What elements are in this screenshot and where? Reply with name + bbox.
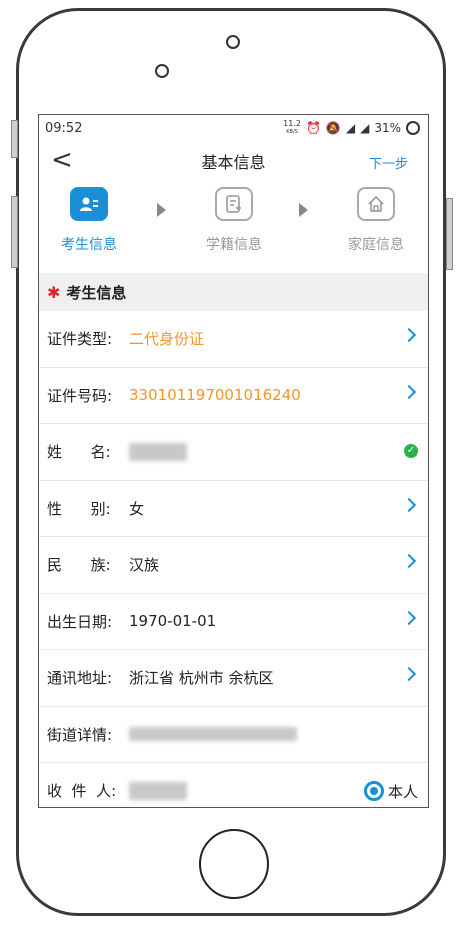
- chevron-right-icon: [401, 666, 417, 682]
- field-label: 性 别:: [47, 499, 111, 518]
- field-label: 收 件 人:: [47, 782, 117, 801]
- chevron-right-icon: [401, 497, 417, 512]
- cert-number-value: 330101197001016240: [129, 386, 301, 405]
- recipient-value-redacted: [129, 781, 187, 800]
- person-card-icon: [70, 187, 108, 221]
- row-cert-type[interactable]: 证件类型: 二代身份证: [39, 311, 428, 368]
- row-cert-number[interactable]: 证件号码: 330101197001016240: [39, 368, 428, 424]
- field-label: 证件类型:: [47, 330, 113, 349]
- net-speed: 11.2 KB/S: [283, 120, 301, 136]
- side-button-volume: [11, 196, 18, 268]
- back-button[interactable]: <: [51, 145, 73, 175]
- front-camera: [226, 35, 240, 49]
- step-arrow-icon: [299, 203, 308, 217]
- field-label: 民 族:: [47, 556, 111, 575]
- birth-date-value: 1970-01-01: [129, 612, 217, 631]
- row-recipient[interactable]: 收 件 人: 本人: [39, 763, 428, 807]
- row-address[interactable]: 通讯地址: 浙江省 杭州市 余杭区: [39, 650, 428, 707]
- status-time: 09:52: [45, 120, 83, 136]
- step-student-info[interactable]: 考生信息: [39, 187, 139, 254]
- screen: 09:52 11.2 KB/S ⏰ 🔕 ◢ ◢ 31% < 基本信息 下一步 考…: [38, 114, 429, 808]
- net-speed-unit: KB/S: [286, 129, 298, 135]
- cert-type-value: 二代身份证: [129, 330, 205, 349]
- row-gender[interactable]: 性 别: 女: [39, 481, 428, 537]
- step-arrow-icon: [157, 203, 166, 217]
- chevron-right-icon: [401, 384, 417, 399]
- step-label: 学籍信息: [206, 237, 262, 253]
- row-birth-date[interactable]: 出生日期: 1970-01-01: [39, 594, 428, 650]
- field-label: 通讯地址:: [47, 669, 113, 688]
- field-label: 证件号码:: [47, 386, 113, 405]
- gender-value: 女: [129, 499, 145, 518]
- chevron-right-icon: [401, 327, 417, 343]
- section-title: 考生信息: [66, 283, 127, 302]
- row-street-detail[interactable]: 街道详情:: [39, 707, 428, 763]
- nav-bar: < 基本信息 下一步: [39, 141, 428, 181]
- field-label: 姓 名:: [47, 443, 111, 462]
- step-label: 考生信息: [61, 237, 117, 253]
- step-label: 家庭信息: [348, 237, 404, 253]
- field-label: 出生日期:: [47, 612, 113, 631]
- cell-signal-icon: ◢: [360, 121, 370, 135]
- net-speed-value: 11.2: [283, 119, 301, 128]
- next-step-button[interactable]: 下一步: [369, 153, 408, 172]
- step-school-info[interactable]: 学籍信息: [184, 187, 284, 254]
- required-star-icon: ✱: [47, 282, 61, 302]
- ethnic-value: 汉族: [129, 556, 160, 575]
- side-button-mute: [11, 120, 18, 158]
- battery-icon: [406, 121, 420, 135]
- battery-level: 31%: [374, 121, 401, 135]
- document-edit-icon: [215, 187, 253, 221]
- side-button-power: [446, 198, 453, 270]
- step-family-info[interactable]: 家庭信息: [326, 187, 426, 254]
- status-bar: 09:52 11.2 KB/S ⏰ 🔕 ◢ ◢ 31%: [39, 115, 428, 141]
- mute-icon: 🔕: [325, 121, 341, 135]
- self-radio-label[interactable]: 本人: [388, 781, 418, 802]
- wifi-signal-icon: ◢: [345, 121, 356, 135]
- alarm-icon: ⏰: [305, 121, 321, 135]
- home-icon: [357, 187, 395, 221]
- page-title: 基本信息: [201, 153, 266, 172]
- self-radio-button[interactable]: [364, 781, 384, 801]
- chevron-right-icon: [401, 553, 417, 569]
- front-sensor: [155, 64, 169, 78]
- chevron-right-icon: [401, 610, 417, 625]
- address-value: 浙江省 杭州市 余杭区: [129, 669, 274, 688]
- row-name[interactable]: 姓 名: ✓: [39, 424, 428, 481]
- home-button[interactable]: [199, 829, 269, 899]
- row-ethnic[interactable]: 民 族: 汉族: [39, 537, 428, 594]
- step-indicator: 考生信息 学籍信息 家庭信息: [39, 181, 428, 273]
- status-icons: 11.2 KB/S ⏰ 🔕 ◢ ◢ 31%: [283, 120, 420, 136]
- street-value-redacted: [129, 727, 297, 742]
- verified-check-icon: ✓: [404, 444, 418, 458]
- section-header: ✱ 考生信息: [39, 273, 428, 311]
- name-value-redacted: [129, 442, 187, 461]
- field-label: 街道详情:: [47, 725, 113, 744]
